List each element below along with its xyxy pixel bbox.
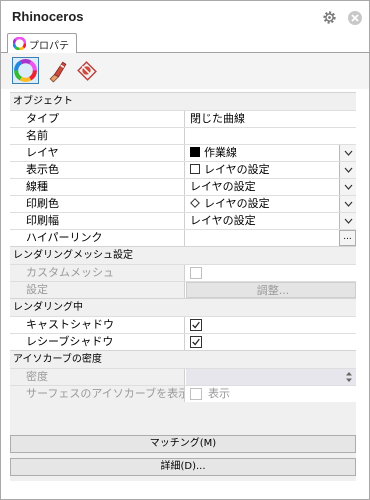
panel-title: Rhinoceros [12, 9, 84, 24]
gear-icon[interactable] [321, 9, 338, 26]
section-isocurve: アイソカーブの密度 [10, 350, 356, 368]
custom-mesh-label: カスタムメッシュ [10, 265, 185, 281]
receives-shadows-cell [186, 334, 356, 350]
diamond-icon [190, 198, 200, 208]
adjust-button[interactable]: 調整... [186, 282, 356, 298]
casts-shadows-checkbox[interactable] [190, 319, 202, 331]
chevron-down-icon [344, 218, 353, 224]
display-color-label: 表示色 [10, 162, 185, 178]
close-icon[interactable] [347, 10, 363, 26]
mesh-settings-label: 設定 [10, 282, 185, 298]
custom-mesh-cell [186, 265, 356, 281]
section-render-mesh: レンダリングメッシュ設定 [10, 246, 356, 264]
custom-mesh-checkbox[interactable] [190, 267, 202, 279]
row-print-color: 印刷色 レイヤの設定 [10, 195, 356, 212]
row-mesh-settings: 設定 調整... [10, 281, 356, 298]
show-isocurves-cell: 表示 [186, 386, 356, 402]
chevron-down-icon [344, 167, 353, 173]
layer-dropdown-button[interactable] [339, 145, 356, 161]
row-linetype: 線種 レイヤの設定 [10, 178, 356, 195]
display-color-select[interactable]: レイヤの設定 [186, 162, 356, 178]
row-custom-mesh: カスタムメッシュ [10, 264, 356, 281]
section-rendering: レンダリング中 [10, 298, 356, 316]
print-width-dropdown-button[interactable] [339, 213, 356, 229]
row-density: 密度 [10, 368, 356, 385]
object-properties-button[interactable] [12, 57, 39, 84]
name-input[interactable] [186, 128, 356, 144]
hyperlink-input[interactable]: ... [186, 230, 356, 246]
print-color-dropdown-button[interactable] [339, 196, 356, 212]
linetype-select[interactable]: レイヤの設定 [186, 179, 356, 195]
layer-value: 作業線 [204, 146, 237, 159]
linetype-value: レイヤの設定 [190, 180, 256, 193]
match-button[interactable]: マッチング(M) [10, 435, 356, 453]
paint-brush-icon [49, 61, 67, 83]
spinner-icon[interactable] [344, 370, 354, 384]
density-input[interactable] [186, 369, 356, 385]
show-isocurves-label: サーフェスのアイソカーブを表示 [10, 386, 185, 402]
decal-button[interactable] [73, 57, 100, 84]
layer-select[interactable]: 作業線 [186, 145, 356, 161]
display-color-swatch [190, 164, 200, 174]
display-color-dropdown-button[interactable] [339, 162, 356, 178]
row-show-isocurves: サーフェスのアイソカーブを表示 表示 [10, 385, 356, 402]
properties-toolbar [1, 53, 369, 89]
print-width-label: 印刷幅 [10, 213, 185, 229]
print-width-select[interactable]: レイヤの設定 [186, 213, 356, 229]
properties-panel: Rhinoceros プロパティ [0, 0, 370, 500]
row-layer: レイヤ 作業線 [10, 144, 356, 161]
row-type: タイプ 閉じた曲線 [10, 110, 356, 127]
material-button[interactable] [43, 57, 70, 84]
row-print-width: 印刷幅 レイヤの設定 [10, 212, 356, 229]
display-color-value: レイヤの設定 [204, 163, 270, 176]
chevron-down-icon [344, 150, 353, 156]
show-isocurves-checkbox[interactable] [190, 388, 202, 400]
tab-strip: プロパティ [1, 33, 369, 67]
row-name: 名前 [10, 127, 356, 144]
linetype-dropdown-button[interactable] [339, 179, 356, 195]
hyperlink-label: ハイパーリンク [10, 230, 185, 246]
row-casts-shadows: キャストシャドウ [10, 316, 356, 333]
decal-icon [77, 61, 97, 81]
row-hyperlink: ハイパーリンク ... [10, 229, 356, 246]
casts-shadows-label: キャストシャドウ [10, 317, 185, 333]
layer-label: レイヤ [10, 145, 185, 161]
print-width-value: レイヤの設定 [190, 214, 256, 227]
print-color-value: レイヤの設定 [204, 197, 270, 210]
show-isocurves-text: 表示 [208, 387, 230, 400]
type-value: 閉じた曲線 [190, 112, 245, 125]
color-wheel-icon [13, 37, 26, 50]
type-label: タイプ [10, 111, 185, 127]
panel-titlebar: Rhinoceros [1, 1, 369, 33]
tab-properties[interactable]: プロパティ [7, 33, 77, 67]
section-object: オブジェクト [10, 92, 356, 110]
layer-color-swatch [190, 147, 200, 157]
chevron-down-icon [344, 201, 353, 207]
color-wheel-icon [14, 59, 37, 82]
row-display-color: 表示色 レイヤの設定 [10, 161, 356, 178]
receives-shadows-checkbox[interactable] [190, 336, 202, 348]
chevron-down-icon [344, 184, 353, 190]
density-label: 密度 [10, 369, 185, 385]
casts-shadows-cell [186, 317, 356, 333]
receives-shadows-label: レシーブシャドウ [10, 334, 185, 350]
linetype-label: 線種 [10, 179, 185, 195]
property-grid: オブジェクト タイプ 閉じた曲線 名前 レイヤ 作業線 表示色 レイヤの設定 線… [10, 92, 356, 481]
details-button[interactable]: 詳細(D)... [10, 458, 356, 476]
row-receives-shadows: レシーブシャドウ [10, 333, 356, 350]
name-label: 名前 [10, 128, 185, 144]
print-color-label: 印刷色 [10, 196, 185, 212]
print-color-select[interactable]: レイヤの設定 [186, 196, 356, 212]
hyperlink-browse-button[interactable]: ... [339, 230, 356, 246]
